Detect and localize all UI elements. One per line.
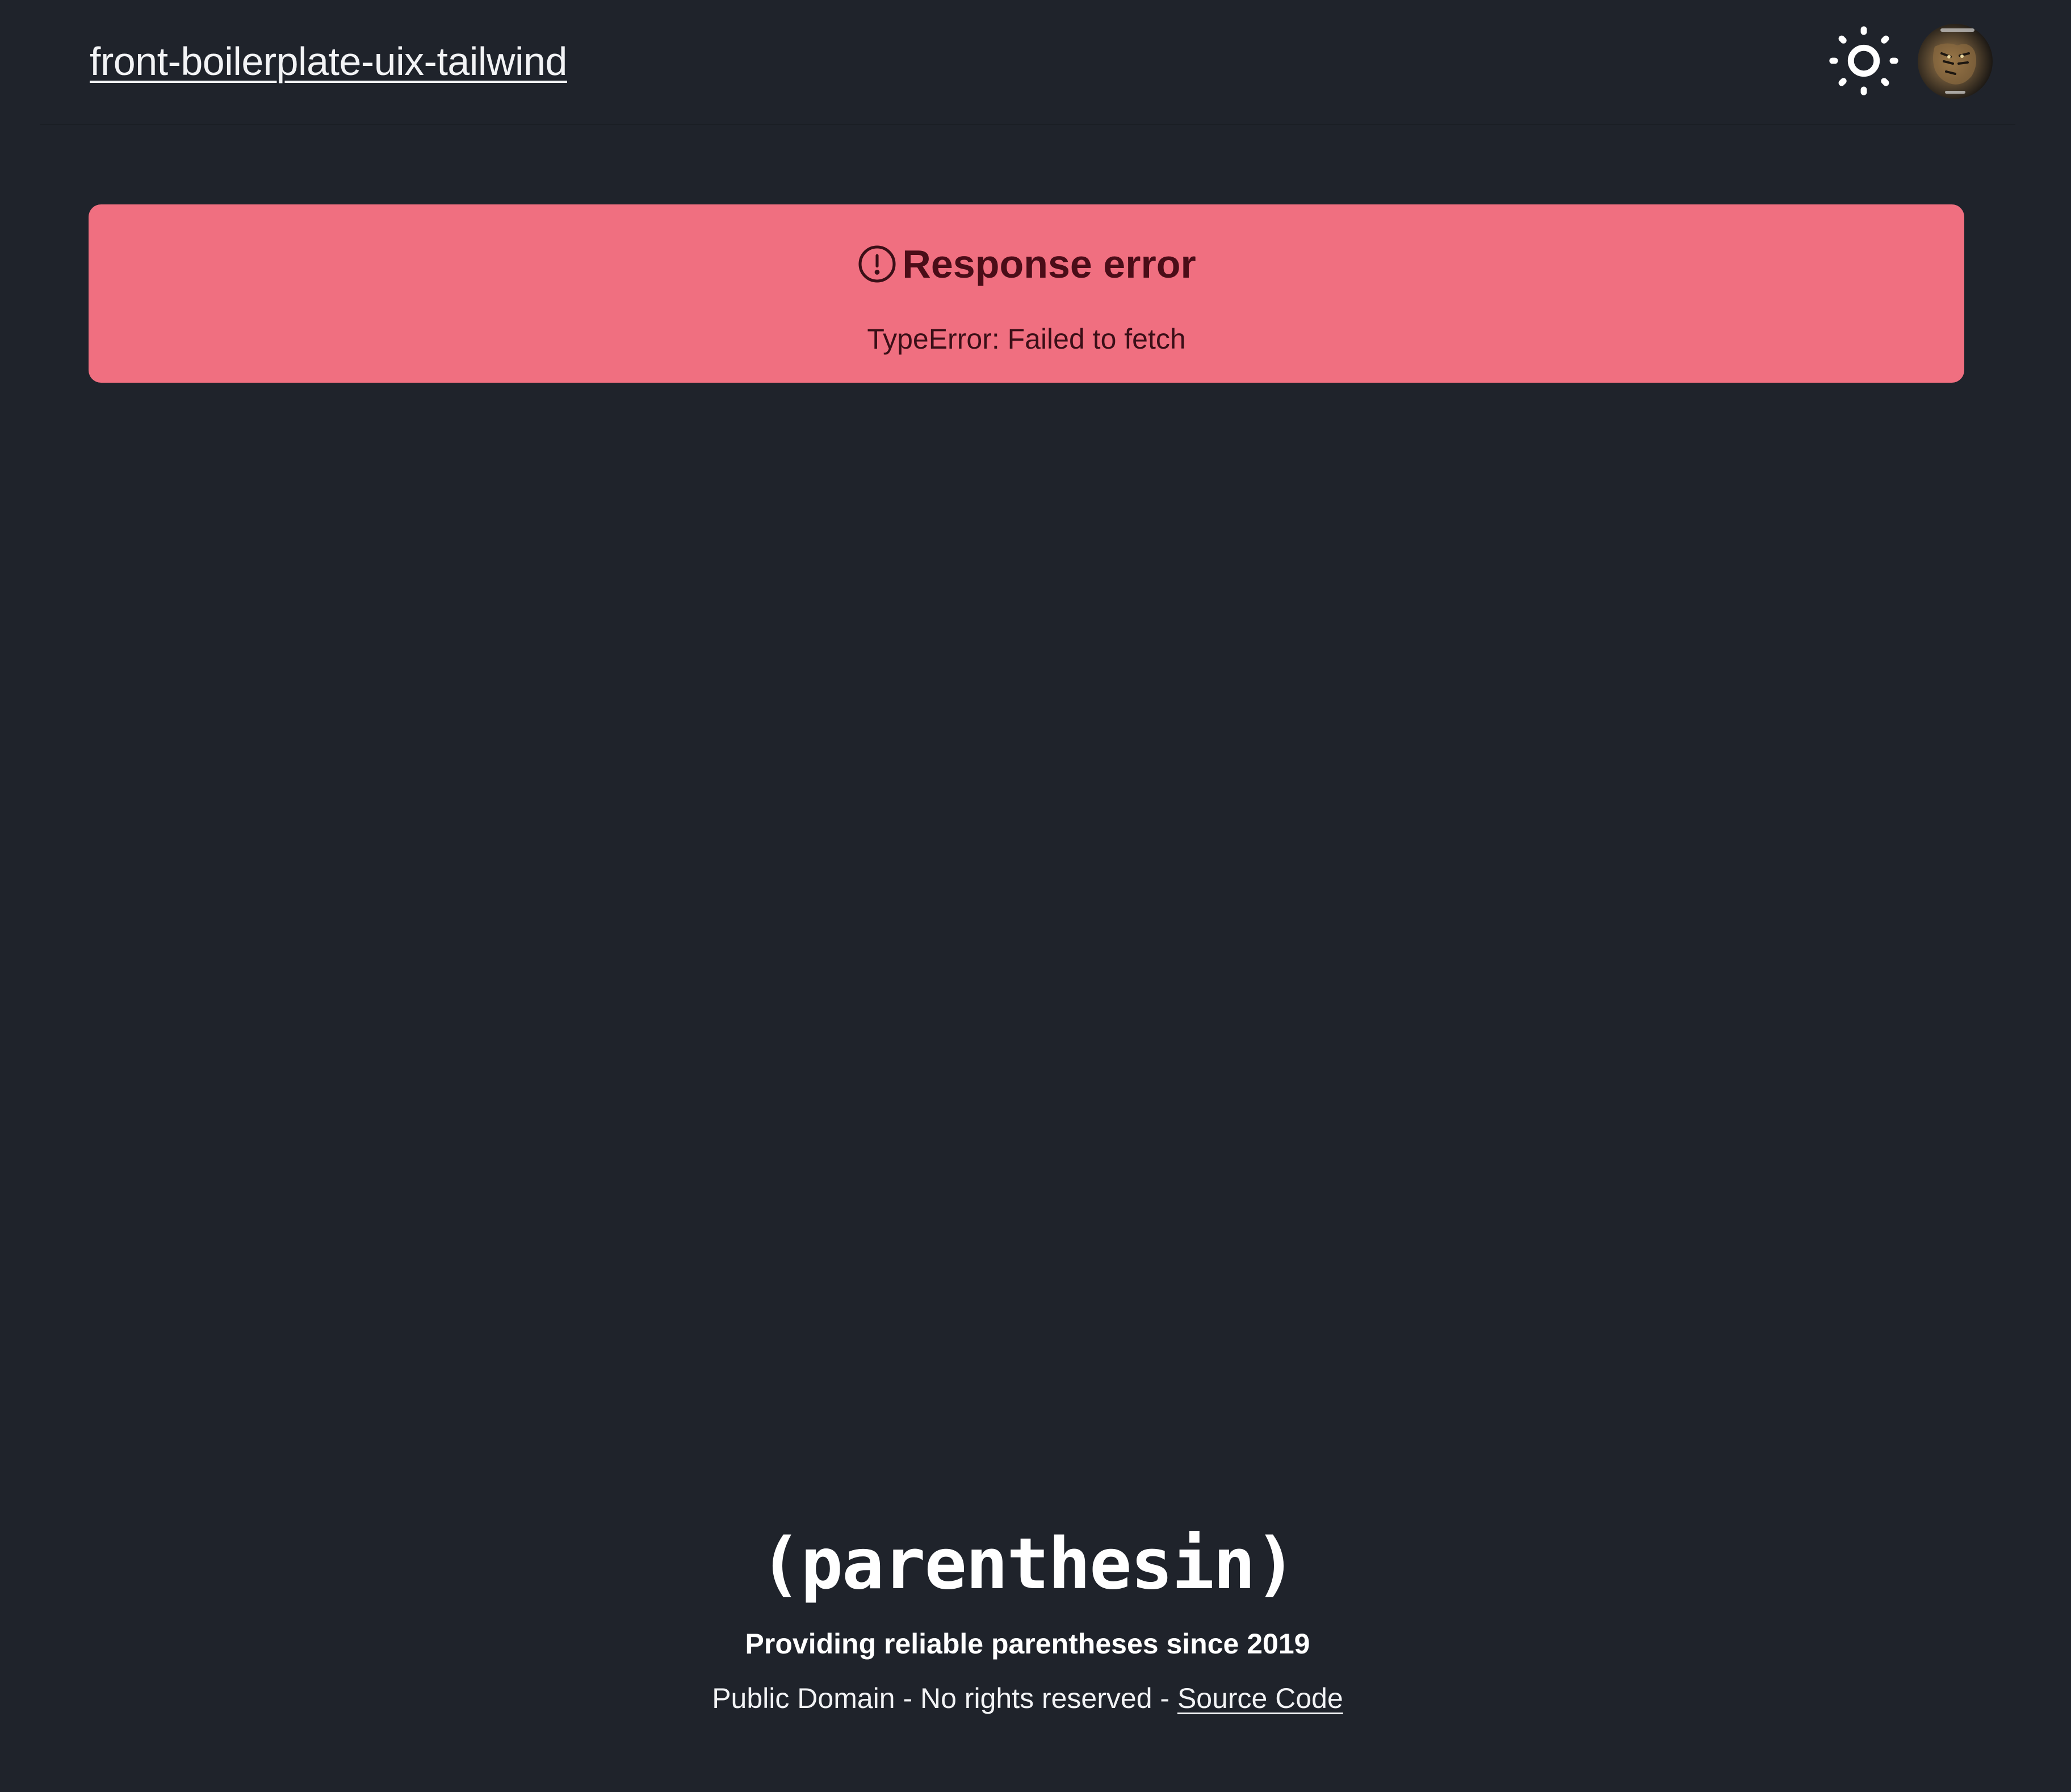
footer-tagline: Providing reliable parentheses since 201… <box>745 1628 1310 1660</box>
footer-copyright: Public Domain - No rights reserved - Sou… <box>0 1678 2055 1718</box>
footer-logo: (parenthesin) <box>759 1523 1297 1605</box>
user-avatar[interactable] <box>1918 24 1993 99</box>
alert-title: Response error <box>902 242 1196 286</box>
alert-title-row: Response error <box>89 236 1964 292</box>
navbar: front-boilerplate-uix-tailwind <box>40 0 2015 125</box>
theme-toggle-button[interactable] <box>1827 24 1901 98</box>
brand-link[interactable]: front-boilerplate-uix-tailwind <box>90 34 567 89</box>
avatar-image <box>1918 24 1993 99</box>
copyright-text: Public Domain - No rights reserved - <box>712 1682 1177 1714</box>
error-alert: Response error TypeError: Failed to fetc… <box>89 204 1964 383</box>
source-code-link[interactable]: Source Code <box>1177 1682 1343 1714</box>
sun-icon <box>1829 26 1898 95</box>
footer: (parenthesin) Providing reliable parenth… <box>0 1510 2055 1718</box>
alert-circle-icon <box>857 244 898 284</box>
alert-message: TypeError: Failed to fetch <box>867 323 1186 355</box>
